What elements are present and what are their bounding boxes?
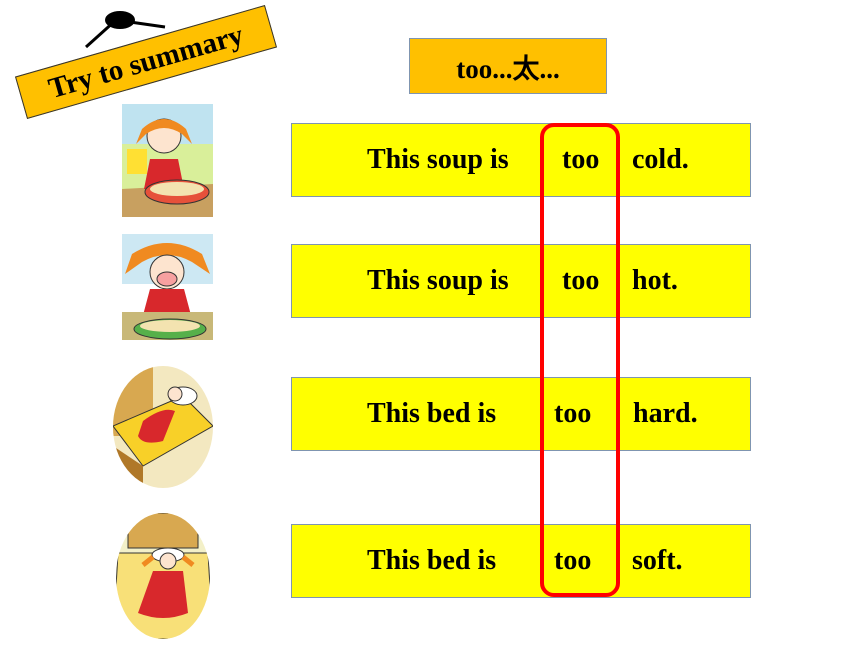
picture-hard-bed (113, 366, 213, 488)
sentence-box: This soup is too cold. (291, 123, 751, 197)
sentence-adjective: hot. (632, 265, 678, 296)
sentence-subject: This bed is (367, 545, 497, 576)
sentence-subject: This soup is (367, 144, 509, 175)
sentence-box: This soup is too hot. (291, 244, 751, 318)
title-box: too...太... (409, 38, 607, 94)
picture-hot-soup (122, 234, 213, 340)
sentence-subject: This soup is (367, 265, 509, 296)
sentence-box: This bed is too hard. (291, 377, 751, 451)
picture-soft-bed (116, 513, 210, 639)
sentence-subject: This bed is (367, 398, 497, 429)
picture-cold-soup (122, 104, 213, 217)
sentence-adjective: soft. (632, 545, 683, 576)
sentence-adjective: hard. (633, 398, 698, 429)
too-highlight-box (540, 123, 620, 597)
sentence-box: This bed is too soft. (291, 524, 751, 598)
sentence-adjective: cold. (632, 144, 689, 175)
title-label: too...太... (456, 53, 560, 84)
